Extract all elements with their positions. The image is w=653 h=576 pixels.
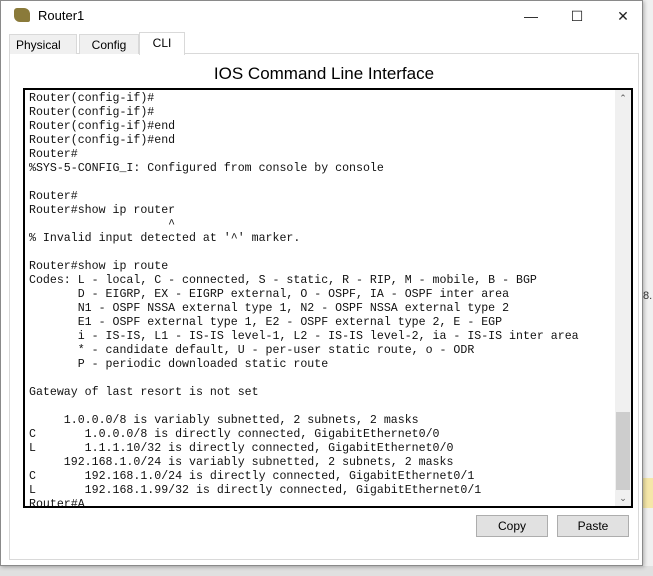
terminal-line: Router#show ip router (29, 204, 176, 217)
terminal-line: E1 - OSPF external type 1, E2 - OSPF ext… (29, 316, 503, 329)
terminal-line: Router(config-if)#end (29, 120, 176, 133)
tab-physical[interactable]: Physical (9, 34, 77, 54)
terminal-line: C 192.168.1.0/24 is directly connected, … (29, 470, 475, 483)
scroll-up-icon[interactable]: ⌃ (615, 90, 631, 106)
terminal-output: Router(config-if)# Router(config-if)# Rout… (29, 90, 579, 508)
tab-bar: Physical Config CLI (9, 32, 639, 55)
terminal-line: % Invalid input detected at '^' marker. (29, 232, 301, 245)
background-text: 8. (643, 290, 653, 302)
tab-config[interactable]: Config (79, 34, 139, 54)
terminal-line: Codes: L - local, C - connected, S - sta… (29, 274, 537, 287)
window-title: Router1 (38, 8, 85, 23)
terminal-line: Router(config-if)#end (29, 134, 176, 147)
terminal-line: Router(config-if)# (29, 106, 155, 119)
tab-cli[interactable]: CLI (139, 32, 185, 55)
minimize-icon[interactable]: — (508, 1, 554, 31)
paste-button[interactable]: Paste (557, 515, 629, 537)
terminal-line: Router# (29, 148, 78, 161)
router-window: Router1 — ☐ ✕ Physical Config CLI IOS Co… (0, 0, 643, 566)
terminal-line: %SYS-5-CONFIG_I: Configured from console… (29, 162, 384, 175)
maximize-icon[interactable]: ☐ (554, 1, 600, 31)
terminal-scrollbar[interactable]: ⌃ ⌄ (615, 90, 631, 506)
terminal-line: Router#show ip route (29, 260, 169, 273)
terminal-line: D - EIGRP, EX - EIGRP external, O - OSPF… (29, 288, 510, 301)
terminal-line: L 192.168.1.99/32 is directly connected,… (29, 484, 482, 497)
terminal-line: N1 - OSPF NSSA external type 1, N2 - OSP… (29, 302, 510, 315)
terminal-line: L 1.1.1.10/32 is directly connected, Gig… (29, 442, 454, 455)
page-title: IOS Command Line Interface (213, 64, 435, 83)
terminal-line: * - candidate default, U - per-user stat… (29, 344, 475, 357)
terminal-line: 1.0.0.0/8 is variably subnetted, 2 subne… (29, 414, 419, 427)
terminal-line: P - periodic downloaded static route (29, 358, 329, 371)
router-app-icon (14, 8, 30, 22)
copy-button[interactable]: Copy (476, 515, 548, 537)
terminal-line: Router(config-if)# (29, 92, 155, 105)
title-bar: Router1 — ☐ ✕ (1, 1, 642, 31)
terminal-line: C 1.0.0.0/8 is directly connected, Gigab… (29, 428, 440, 441)
scroll-down-icon[interactable]: ⌄ (615, 490, 631, 506)
terminal-line: Router# (29, 190, 78, 203)
terminal-line: Router#A (29, 498, 85, 508)
terminal-line: 192.168.1.0/24 is variably subnetted, 2 … (29, 456, 454, 469)
close-icon[interactable]: ✕ (600, 1, 646, 31)
terminal-line: Gateway of last resort is not set (29, 386, 259, 399)
cli-panel: IOS Command Line Interface Router(config… (9, 54, 639, 560)
terminal-line: i - IS-IS, L1 - IS-IS level-1, L2 - IS-I… (29, 330, 579, 343)
terminal-line: ^ (29, 218, 176, 231)
scrollbar-thumb[interactable] (616, 412, 630, 490)
background-taskbar (0, 566, 653, 576)
cli-terminal[interactable]: Router(config-if)# Router(config-if)# Rout… (23, 88, 633, 508)
